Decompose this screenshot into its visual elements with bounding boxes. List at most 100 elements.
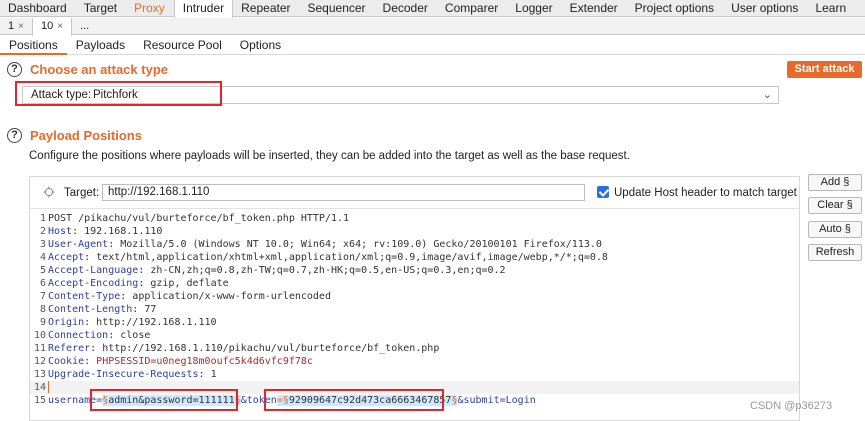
tab-project-options[interactable]: Project options [627, 0, 723, 17]
header-value: close [120, 330, 151, 341]
header-line: 10 Connection: close [30, 329, 799, 342]
tab-learn[interactable]: Learn [807, 0, 855, 17]
header-line: 9 Origin: http://192.168.1.110 [30, 316, 799, 329]
header-sep: : [108, 239, 121, 250]
body-equals: = [276, 395, 283, 406]
tab-decoder[interactable]: Decoder [375, 0, 437, 17]
header-sep: : [132, 304, 145, 315]
target-input[interactable]: http://192.168.1.110 [102, 184, 585, 201]
tab-comparer[interactable]: Comparer [437, 0, 507, 17]
line-number: 2 [39, 226, 46, 237]
header-key: Accept-Encoding [48, 278, 139, 289]
new-instance-tab[interactable]: ... [72, 18, 97, 35]
header-sep: : [72, 226, 85, 237]
help-icon[interactable]: ? [7, 128, 22, 143]
header-line: 8 Content-Length: 77 [30, 303, 799, 316]
main-tool-tabs: Dashboard Target Proxy Intruder Repeater… [0, 0, 865, 18]
refresh-button[interactable]: Refresh [808, 244, 862, 261]
payload-positions-description: Configure the positions where payloads w… [29, 150, 630, 162]
header-key: Accept-Language [48, 265, 139, 276]
tab-dashboard[interactable]: Dashboard [0, 0, 76, 17]
body-param: &token [240, 395, 277, 406]
header-line: 4 Accept: text/html,application/xhtml+xml… [30, 251, 799, 264]
crosshair-icon [43, 186, 55, 198]
line-number: 10 [33, 330, 46, 341]
header-sep: : [84, 252, 97, 263]
watermark: CSDN @p36273 [750, 400, 833, 412]
header-value: 192.168.1.110 [84, 226, 163, 237]
payload-position-1[interactable]: admin&password=111111 [108, 395, 235, 406]
line-number: 4 [39, 252, 46, 263]
request-line: 1 POST /pikachu/vul/burteforce/bf_token.p… [30, 212, 799, 225]
attack-type-value: Pitchfork [87, 88, 138, 102]
payload-marker: § [282, 395, 289, 406]
payload-position-2[interactable]: 92909647c92d473ca6663467857 [288, 395, 452, 406]
close-icon[interactable]: × [57, 21, 63, 32]
add-marker-button[interactable]: Add § [808, 174, 862, 191]
cookie-value: u0neg18m0oufc5k4d6vfc9f78c [156, 356, 313, 367]
header-value: 77 [144, 304, 157, 315]
instance-tab-label: 1 [8, 20, 15, 32]
header-key: Host [48, 226, 73, 237]
attack-type-select[interactable]: Attack type: Pitchfork ⌄ [22, 86, 779, 104]
tab-resource-pool[interactable]: Resource Pool [134, 36, 231, 55]
body-param: &submit=Login [457, 395, 536, 406]
request-editor[interactable]: 1 POST /pikachu/vul/burteforce/bf_token.p… [30, 212, 799, 407]
tab-options[interactable]: Options [231, 36, 290, 55]
line-number: 5 [39, 265, 46, 276]
header-line: 3 User-Agent: Mozilla/5.0 (Windows NT 10.… [30, 238, 799, 251]
header-key: Origin [48, 317, 85, 328]
instance-tab-1[interactable]: 1 × [0, 18, 32, 35]
tab-positions[interactable]: Positions [0, 36, 67, 55]
header-sep: : [108, 330, 121, 341]
header-value: zh-CN,zh;q=0.8,zh-TW;q=0.7,zh-HK;q=0.5,e… [150, 265, 506, 276]
line-number: 13 [33, 369, 46, 380]
close-icon[interactable]: × [18, 21, 24, 32]
header-sep: : [84, 317, 97, 328]
start-attack-button[interactable]: Start attack [787, 61, 862, 78]
header-value: gzip, deflate [150, 278, 229, 289]
body-line: 15 username=§admin&password=111111§&token… [30, 394, 799, 407]
header-key: User-Agent [48, 239, 109, 250]
header-key: Upgrade-Insecure-Requests [48, 369, 199, 380]
header-line: 11 Referer: http://192.168.1.110/pikachu/… [30, 342, 799, 355]
line-number: 8 [39, 304, 46, 315]
target-label: Target: [64, 187, 100, 199]
tab-sequencer[interactable]: Sequencer [300, 0, 375, 17]
header-sep: : [198, 369, 211, 380]
tab-target[interactable]: Target [76, 0, 126, 17]
clear-markers-button[interactable]: Clear § [808, 197, 862, 214]
header-key: Accept [48, 252, 85, 263]
header-key: Connection [48, 330, 109, 341]
tab-proxy[interactable]: Proxy [126, 0, 174, 17]
update-host-label: Update Host header to match target [614, 187, 797, 199]
intruder-section-tabs: Positions Payloads Resource Pool Options [0, 36, 865, 55]
line-number: 12 [33, 356, 46, 367]
attack-type-label: Attack type: [31, 89, 92, 101]
header-value: application/x-www-form-urlencoded [132, 291, 331, 302]
tab-intruder[interactable]: Intruder [173, 0, 234, 18]
header-line: 13 Upgrade-Insecure-Requests: 1 [30, 368, 799, 381]
instance-tab-10[interactable]: 10 × [31, 18, 73, 36]
tab-repeater[interactable]: Repeater [233, 0, 299, 17]
attack-type-section-title: Choose an attack type [30, 62, 168, 77]
tab-logger[interactable]: Logger [507, 0, 561, 17]
cookie-name: PHPSESSID [96, 356, 151, 367]
line-number: 9 [39, 317, 46, 328]
tab-user-options[interactable]: User options [723, 0, 807, 17]
cookie-line: 12 Cookie: PHPSESSID=u0neg18m0oufc5k4d6vf… [30, 355, 799, 368]
header-value: Mozilla/5.0 (Windows NT 10.0; Win64; x64… [120, 239, 602, 250]
header-value: text/html,application/xhtml+xml,applicat… [96, 252, 608, 263]
target-row: Target: http://192.168.1.110 Update Host… [30, 177, 799, 209]
attack-type-value-text: Pitchfork [93, 89, 138, 101]
tab-payloads[interactable]: Payloads [67, 36, 134, 55]
header-line: 5 Accept-Language: zh-CN,zh;q=0.8,zh-TW;q… [30, 264, 799, 277]
tab-extender[interactable]: Extender [562, 0, 627, 17]
auto-markers-button[interactable]: Auto § [808, 221, 862, 238]
request-line-text: POST /pikachu/vul/burteforce/bf_token.ph… [48, 213, 350, 224]
help-icon[interactable]: ? [7, 62, 22, 77]
update-host-checkbox[interactable] [597, 186, 609, 198]
header-sep: : [138, 278, 151, 289]
line-number: 15 [33, 395, 46, 406]
header-key: Cookie [48, 356, 85, 367]
